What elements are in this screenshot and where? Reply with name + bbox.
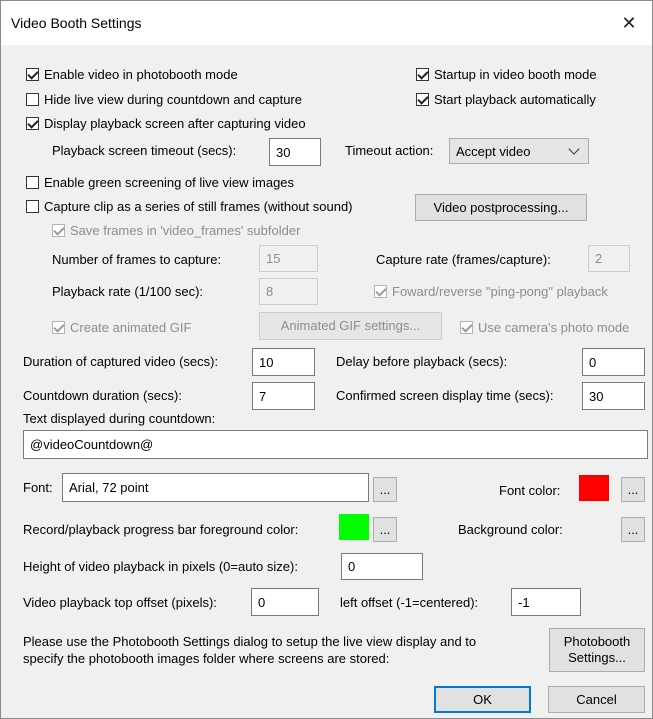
duration-label: Duration of captured video (secs): <box>23 354 219 369</box>
photobooth-settings-line-2: Settings... <box>568 650 626 665</box>
num-frames-label: Number of frames to capture: <box>52 252 222 267</box>
top-offset-input[interactable]: 0 <box>251 588 319 616</box>
save-frames-label: Save frames in 'video_frames' subfolder <box>70 223 301 238</box>
display-playback-label: Display playback screen after capturing … <box>44 116 306 131</box>
playback-rate-value: 8 <box>266 284 274 299</box>
note-line-2: specify the photobooth images folder whe… <box>23 651 390 666</box>
playback-timeout-input[interactable]: 30 <box>269 138 321 166</box>
timeout-action-value: Accept video <box>456 143 531 159</box>
checkbox-box <box>26 176 39 189</box>
font-display: Arial, 72 point <box>62 473 369 502</box>
countdown-duration-value: 7 <box>259 388 267 404</box>
num-frames-input[interactable]: 15 <box>259 245 318 272</box>
green-screen-label: Enable green screening of live view imag… <box>44 175 295 190</box>
countdown-text-input[interactable]: @videoCountdown@ <box>23 430 648 459</box>
photobooth-settings-button[interactable]: Photobooth Settings... <box>549 628 645 672</box>
video-postprocessing-button[interactable]: Video postprocessing... <box>415 194 587 221</box>
countdown-duration-label: Countdown duration (secs): <box>23 388 182 403</box>
animated-gif-label: Create animated GIF <box>70 320 192 335</box>
camera-photo-mode-checkbox[interactable]: Use camera's photo mode <box>460 320 629 335</box>
top-offset-value: 0 <box>258 594 266 610</box>
progress-fg-label: Record/playback progress bar foreground … <box>23 522 299 537</box>
start-playback-label: Start playback automatically <box>434 92 596 107</box>
capture-frames-label: Capture clip as a series of still frames… <box>44 199 353 214</box>
checkbox-box <box>416 93 429 106</box>
playback-height-value: 0 <box>348 559 356 574</box>
playback-timeout-label: Playback screen timeout (secs): <box>52 143 237 158</box>
progress-fg-picker-button[interactable]: ... <box>373 517 397 542</box>
save-frames-checkbox[interactable]: Save frames in 'video_frames' subfolder <box>52 223 300 238</box>
progress-fg-swatch <box>339 514 369 540</box>
pingpong-label: Foward/reverse "ping-pong" playback <box>392 284 608 299</box>
pingpong-checkbox[interactable]: Foward/reverse "ping-pong" playback <box>374 284 608 299</box>
capture-frames-checkbox[interactable]: Capture clip as a series of still frames… <box>26 199 353 214</box>
startup-video-mode-checkbox[interactable]: Startup in video booth mode <box>416 67 597 82</box>
green-screen-checkbox[interactable]: Enable green screening of live view imag… <box>26 175 294 190</box>
checkbox-box <box>26 93 39 106</box>
startup-video-mode-label: Startup in video booth mode <box>434 67 597 82</box>
video-booth-settings-dialog: Video Booth Settings ✕ Enable video in p… <box>0 0 653 719</box>
ok-button[interactable]: OK <box>434 686 531 713</box>
checkbox-box <box>460 321 473 334</box>
timeout-action-select[interactable]: Accept video <box>449 138 589 164</box>
background-color-picker-button[interactable]: ... <box>621 517 645 542</box>
start-playback-checkbox[interactable]: Start playback automatically <box>416 92 596 107</box>
font-value: Arial, 72 point <box>69 480 149 495</box>
delay-playback-input[interactable]: 0 <box>582 348 645 376</box>
title-bar: Video Booth Settings ✕ <box>1 1 652 45</box>
hide-live-view-checkbox[interactable]: Hide live view during countdown and capt… <box>26 92 302 107</box>
num-frames-value: 15 <box>266 251 281 266</box>
window-title: Video Booth Settings <box>11 15 142 31</box>
playback-timeout-value: 30 <box>276 144 291 160</box>
checkbox-box <box>374 285 387 298</box>
enable-video-label: Enable video in photobooth mode <box>44 67 238 82</box>
font-picker-button[interactable]: ... <box>373 477 397 502</box>
playback-height-input[interactable]: 0 <box>341 553 423 580</box>
checkbox-box <box>52 224 65 237</box>
confirmed-display-input[interactable]: 30 <box>582 382 645 410</box>
left-offset-input[interactable]: -1 <box>511 588 581 616</box>
animated-gif-checkbox[interactable]: Create animated GIF <box>52 320 191 335</box>
left-offset-value: -1 <box>518 594 530 610</box>
capture-rate-input[interactable]: 2 <box>588 245 630 272</box>
background-color-swatch <box>579 514 609 540</box>
top-offset-label: Video playback top offset (pixels): <box>23 595 217 610</box>
camera-photo-mode-label: Use camera's photo mode <box>478 320 630 335</box>
background-color-label: Background color: <box>458 522 563 537</box>
delay-playback-label: Delay before playback (secs): <box>336 354 508 369</box>
capture-rate-value: 2 <box>595 251 603 266</box>
enable-video-checkbox[interactable]: Enable video in photobooth mode <box>26 67 238 82</box>
checkbox-box <box>26 200 39 213</box>
hide-live-view-label: Hide live view during countdown and capt… <box>44 92 302 107</box>
display-playback-checkbox[interactable]: Display playback screen after capturing … <box>26 116 306 131</box>
confirmed-display-label: Confirmed screen display time (secs): <box>336 388 554 403</box>
playback-rate-input[interactable]: 8 <box>259 278 318 305</box>
countdown-text-value: @videoCountdown@ <box>30 437 154 452</box>
checkbox-box <box>416 68 429 81</box>
checkbox-box <box>26 68 39 81</box>
timeout-action-label: Timeout action: <box>345 143 434 158</box>
checkbox-box <box>26 117 39 130</box>
photobooth-settings-line-1: Photobooth <box>563 634 631 649</box>
close-icon[interactable]: ✕ <box>614 9 644 37</box>
left-offset-label: left offset (-1=centered): <box>340 595 479 610</box>
confirmed-display-value: 30 <box>589 388 604 404</box>
cancel-button[interactable]: Cancel <box>548 686 645 713</box>
checkbox-box <box>52 321 65 334</box>
duration-value: 10 <box>259 354 274 370</box>
capture-rate-label: Capture rate (frames/capture): <box>376 252 551 267</box>
font-color-picker-button[interactable]: ... <box>621 477 645 502</box>
playback-height-label: Height of video playback in pixels (0=au… <box>23 559 298 574</box>
font-color-label: Font color: <box>499 483 561 498</box>
note-line-1: Please use the Photobooth Settings dialo… <box>23 634 477 649</box>
chevron-down-icon <box>568 143 580 155</box>
font-color-swatch <box>579 475 609 501</box>
delay-playback-value: 0 <box>589 354 597 370</box>
countdown-duration-input[interactable]: 7 <box>252 382 315 410</box>
countdown-text-label: Text displayed during countdown: <box>23 411 216 426</box>
font-label: Font: <box>23 480 53 495</box>
playback-rate-label: Playback rate (1/100 sec): <box>52 284 204 299</box>
animated-gif-settings-button[interactable]: Animated GIF settings... <box>259 312 442 340</box>
duration-input[interactable]: 10 <box>252 348 315 376</box>
